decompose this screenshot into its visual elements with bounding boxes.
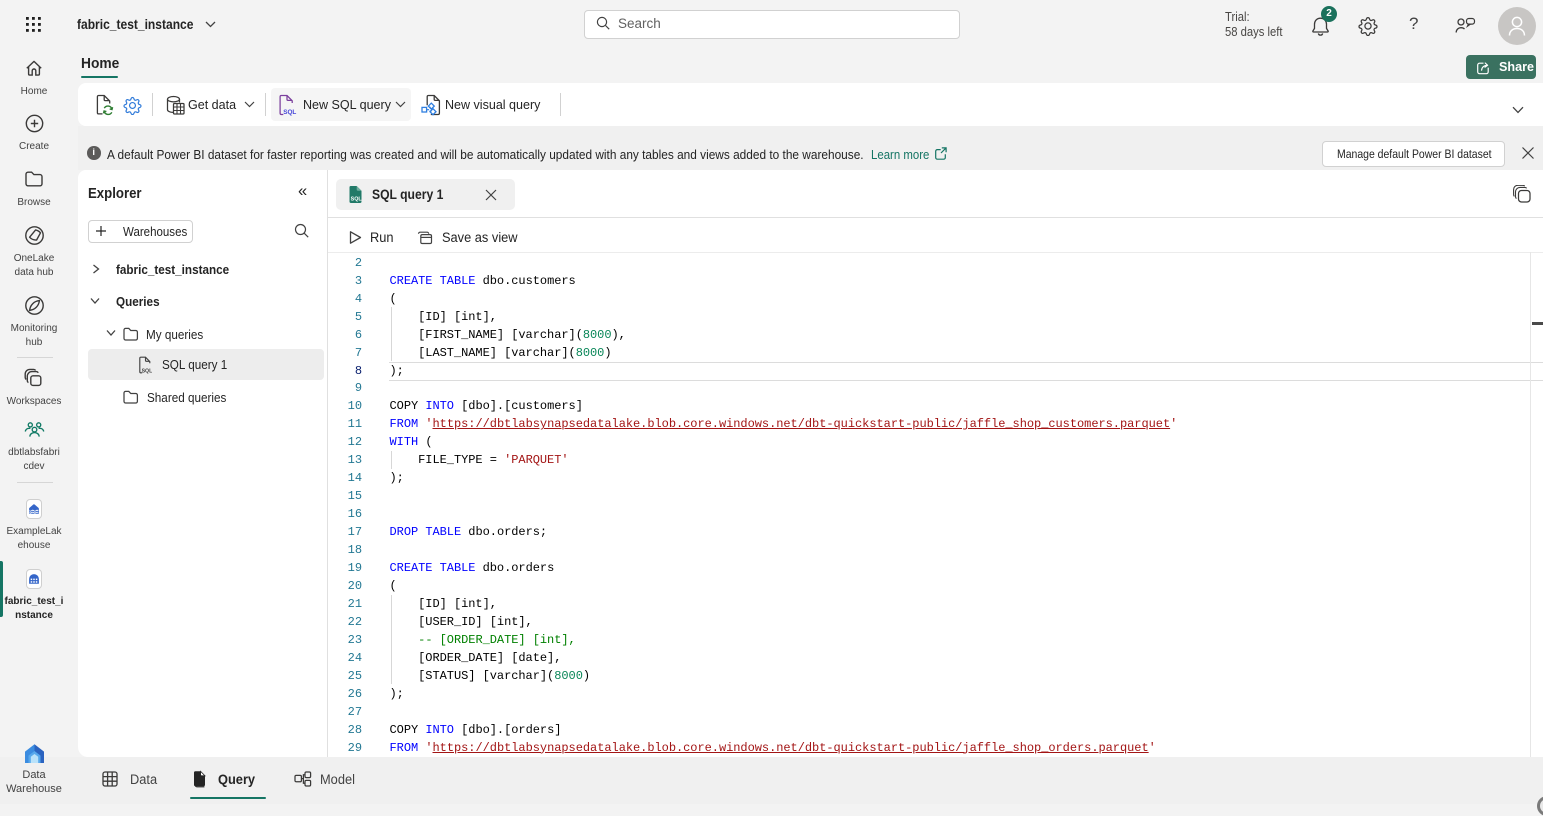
svg-text:SQL: SQL [351, 196, 363, 202]
svg-text:SQL: SQL [142, 368, 152, 374]
svg-text:SQL: SQL [283, 109, 296, 116]
